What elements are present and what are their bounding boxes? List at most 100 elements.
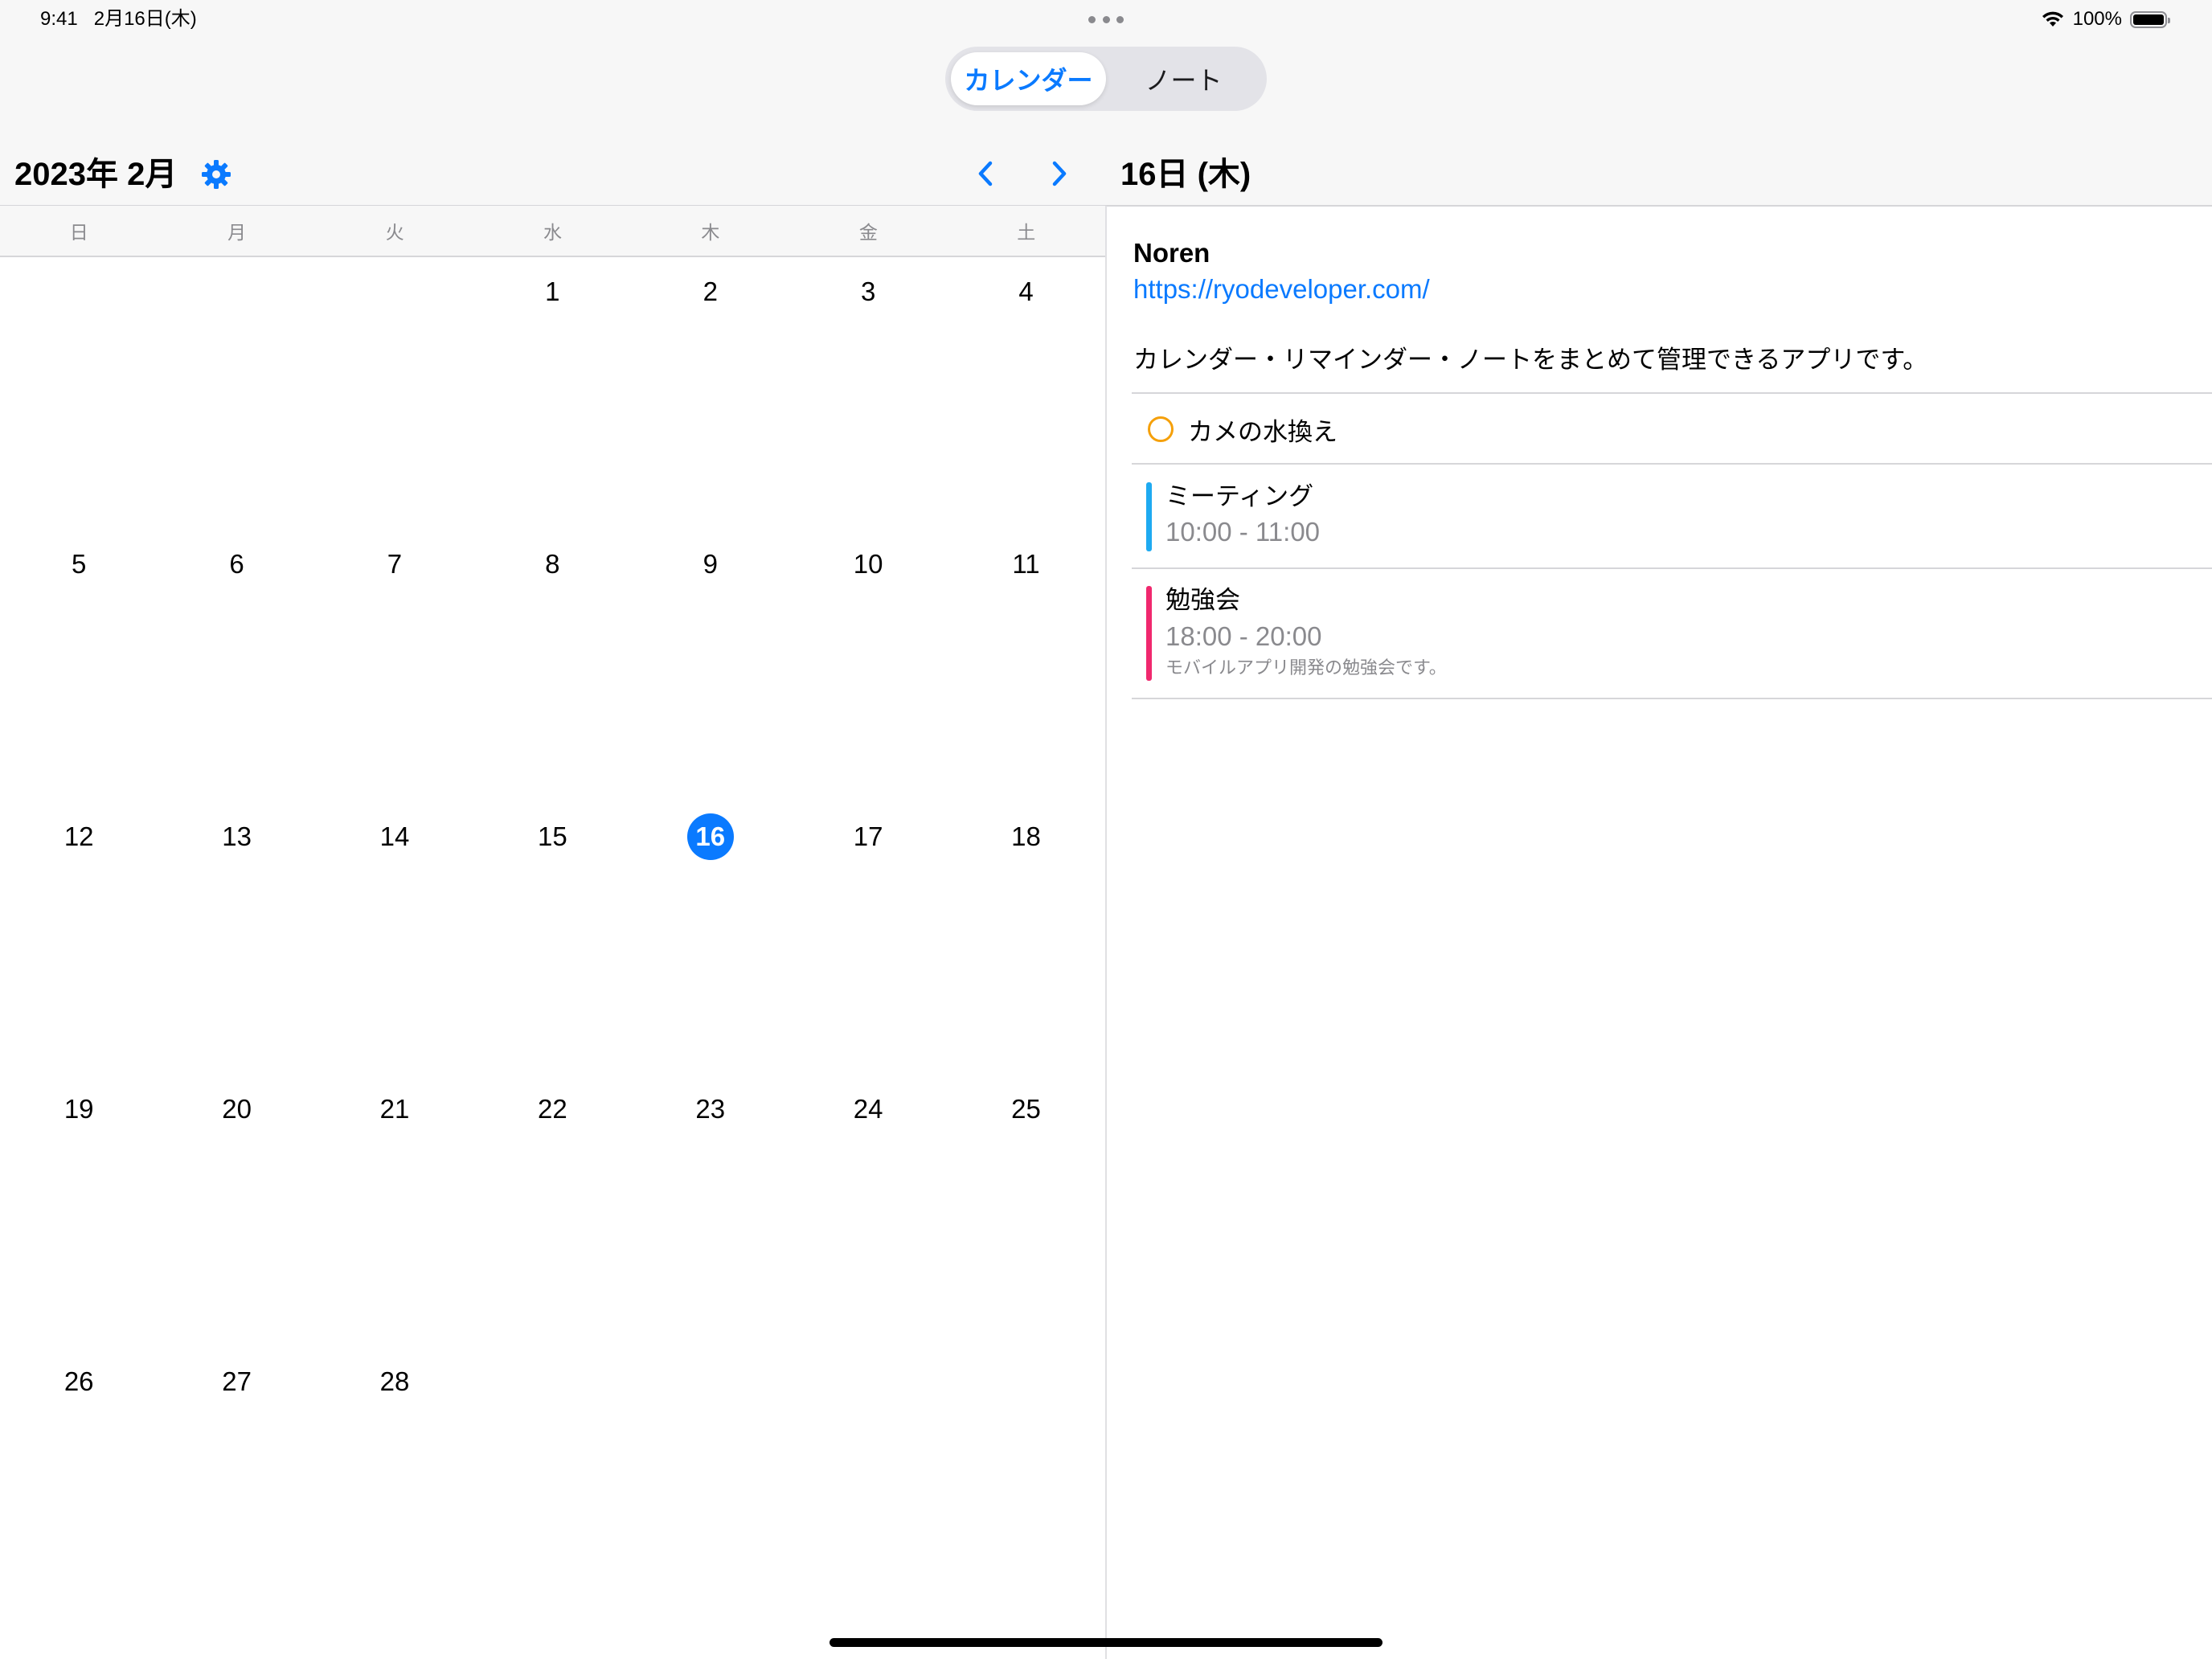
calendar-grid: 1 2 3 4 5 6 7 8 9 10 11 12 13 14 15 16 17 18 19 20 21 22 23 24 2… [0, 257, 1105, 1620]
battery-level [2133, 14, 2164, 25]
day-number: 12 [63, 821, 94, 851]
calendar-day[interactable]: 12 [0, 802, 158, 1075]
weekday-label: 土 [1017, 222, 1036, 243]
day-number: 18 [1011, 821, 1041, 851]
note-title: Noren [1133, 238, 1210, 268]
day-number: 26 [63, 1366, 94, 1396]
day-number: 22 [538, 1094, 567, 1124]
calendar-day[interactable]: 16 [632, 802, 789, 1075]
day-number: 13 [222, 821, 252, 851]
battery-percentage: 100% [2072, 8, 2122, 30]
calendar-day[interactable]: 6 [158, 530, 315, 802]
calendar-day[interactable]: 5 [0, 530, 158, 802]
day-number: 1 [545, 276, 560, 306]
day-number: 15 [538, 821, 567, 851]
status-date: 2月16日(木) [93, 8, 197, 30]
calendar-empty-cell [0, 257, 158, 530]
calendar-day[interactable]: 23 [632, 1075, 789, 1347]
segment-notes[interactable]: ノート [1106, 52, 1261, 105]
weekday-label: 水 [543, 222, 562, 243]
weekday-header: 日 月 火 水 木 金 土 [0, 206, 1105, 256]
calendar-day[interactable]: 11 [947, 530, 1104, 802]
calendar-day[interactable]: 26 [0, 1347, 158, 1620]
day-number: 28 [379, 1366, 410, 1396]
day-number: 10 [853, 549, 883, 579]
day-number: 27 [222, 1366, 252, 1396]
day-number: 2 [703, 276, 718, 306]
wifi-icon [2042, 11, 2063, 27]
weekday-label: 金 [858, 222, 878, 243]
day-number: 20 [222, 1094, 252, 1124]
calendar-day[interactable]: 2 [632, 257, 789, 530]
selected-date-title: 16日 (木) [1120, 157, 1251, 192]
day-number: 25 [1011, 1094, 1041, 1124]
home-indicator[interactable] [830, 1638, 1382, 1647]
event-time: 18:00 - 20:00 [1165, 621, 1322, 651]
calendar-empty-cell [316, 257, 473, 530]
status-bar-left: 9:41 2月16日(木) [40, 6, 213, 32]
calendar-day[interactable]: 20 [158, 1075, 315, 1347]
calendar-day[interactable]: 19 [0, 1075, 158, 1347]
day-number: 21 [379, 1094, 410, 1124]
calendar-day[interactable]: 10 [789, 530, 947, 802]
status-bar-right: 100% [2041, 6, 2172, 32]
note-link[interactable]: https://ryodeveloper.com/ [1133, 272, 1430, 307]
event-item[interactable]: 勉強会 18:00 - 20:00 モバイルアプリ開発の勉強会です。 [1132, 569, 2212, 698]
day-number: 5 [72, 549, 87, 579]
reminder-item[interactable]: カメの水換え [1132, 394, 2212, 465]
day-number: 4 [1018, 276, 1034, 306]
day-number: 7 [387, 549, 403, 579]
weekday-label: 日 [69, 222, 88, 243]
day-number: 17 [853, 821, 883, 851]
pane-divider [1105, 206, 1107, 1659]
multitasking-dots-icon[interactable] [1088, 16, 1124, 24]
calendar-day[interactable]: 13 [158, 802, 315, 1075]
note-description: カレンダー・リマインダー・ノートをまとめて管理できるアプリです。 [1133, 346, 1928, 374]
reminder-checkbox[interactable] [1148, 416, 1174, 442]
day-number: 23 [695, 1094, 726, 1124]
battery-icon [2130, 10, 2170, 28]
day-number: 9 [703, 549, 718, 579]
calendar-day[interactable]: 28 [316, 1347, 473, 1620]
month-title: 2023年 2月 [14, 157, 178, 192]
calendar-day[interactable]: 3 [789, 257, 947, 530]
reminder-title: カメの水換え [1188, 417, 1337, 446]
calendar-day[interactable]: 25 [947, 1075, 1104, 1347]
gear-icon[interactable] [200, 158, 232, 190]
day-number: 6 [229, 549, 244, 579]
detail-divider [1107, 205, 2212, 207]
calendar-day[interactable]: 1 [473, 257, 631, 530]
calendar-day[interactable]: 24 [789, 1075, 947, 1347]
event-item[interactable]: ミーティング 10:00 - 11:00 [1132, 465, 2212, 567]
calendar-day[interactable]: 21 [316, 1075, 473, 1347]
weekday-label: 木 [701, 222, 720, 243]
calendar-day[interactable]: 8 [473, 530, 631, 802]
calendar-empty-cell [158, 257, 315, 530]
chevron-right-icon[interactable] [1043, 156, 1075, 191]
list-divider [1132, 698, 2212, 699]
calendar-day[interactable]: 18 [947, 802, 1104, 1075]
calendar-day[interactable]: 9 [632, 530, 789, 802]
day-number: 3 [860, 276, 876, 306]
segment-calendar[interactable]: カレンダー [951, 52, 1106, 105]
selected-day-number: 16 [686, 813, 734, 860]
chevron-left-icon[interactable] [970, 156, 1002, 191]
calendar-day[interactable]: 15 [473, 802, 631, 1075]
calendar-day[interactable]: 14 [316, 802, 473, 1075]
day-number: 11 [1012, 549, 1040, 579]
calendar-day[interactable]: 7 [316, 530, 473, 802]
calendar-day[interactable]: 4 [947, 257, 1104, 530]
calendar-empty-cell [632, 1347, 789, 1620]
calendar-empty-cell [947, 1347, 1104, 1620]
calendar-empty-cell [789, 1347, 947, 1620]
event-title: 勉強会 [1165, 586, 1240, 614]
event-time: 10:00 - 11:00 [1165, 517, 1321, 547]
calendar-day[interactable]: 27 [158, 1347, 315, 1620]
weekday-label: 火 [385, 222, 404, 243]
day-number: 24 [853, 1094, 883, 1124]
event-title: ミーティング [1165, 482, 1314, 510]
event-color-bar [1146, 586, 1152, 681]
day-number: 19 [63, 1094, 94, 1124]
calendar-day[interactable]: 22 [473, 1075, 631, 1347]
calendar-day[interactable]: 17 [789, 802, 947, 1075]
